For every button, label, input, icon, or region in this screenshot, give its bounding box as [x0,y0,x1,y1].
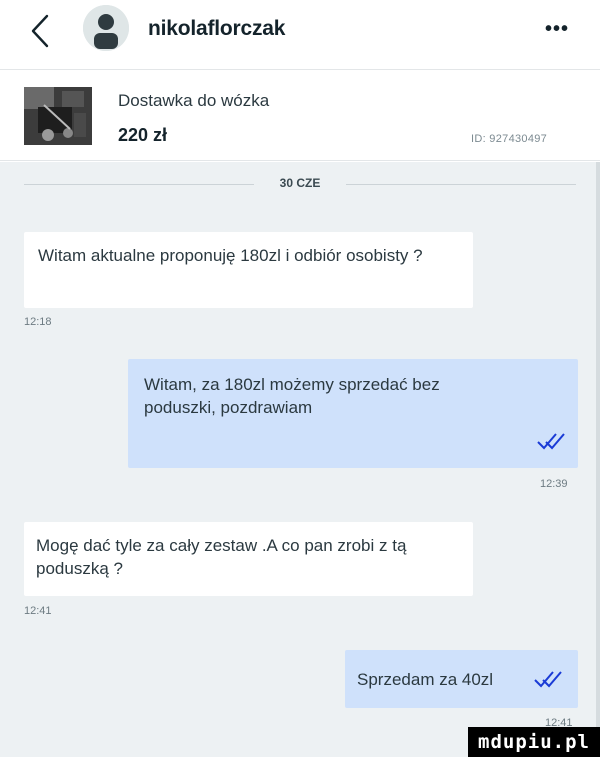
scrollbar[interactable] [596,162,600,757]
message-text: Sprzedam za 40zl [357,670,494,689]
message-text: Witam aktualne proponuję 180zl i odbiór … [38,246,423,265]
message-outgoing[interactable]: Sprzedam za 40zl [345,650,578,708]
back-button[interactable] [24,12,56,50]
chat-thread[interactable]: 30 CZE Witam aktualne proponuję 180zl i … [0,162,600,757]
message-time: 12:41 [24,605,52,617]
product-price: 220 zł [118,125,168,145]
product-thumbnail [24,87,92,145]
avatar[interactable] [83,5,129,51]
message-text: Mogę dać tyle za cały zestaw .A co pan z… [36,536,407,578]
double-check-icon [534,671,562,688]
message-incoming[interactable]: Witam aktualne proponuję 180zl i odbiór … [24,232,473,308]
message-outgoing[interactable]: Witam, za 180zl możemy sprzedać bez podu… [128,359,578,468]
message-incoming[interactable]: Mogę dać tyle za cały zestaw .A co pan z… [24,522,473,596]
message-time: 12:18 [24,316,52,328]
user-avatar-icon [83,5,129,51]
more-options-button[interactable]: ••• [537,14,577,44]
product-photo-icon [24,87,92,145]
watermark: mdupiu.pl [468,727,600,757]
date-label: 30 CZE [279,176,321,190]
product-title: Dostawka do wózka [118,91,270,110]
username[interactable]: nikolaflorczak [148,17,285,41]
message-text: Witam, za 180zl możemy sprzedać bez podu… [144,375,440,417]
product-card[interactable]: Dostawka do wózka 220 zł ID: 927430497 [0,71,600,161]
chat-header: nikolaflorczak ••• [0,0,600,70]
message-time: 12:39 [540,478,568,490]
chevron-left-icon [31,14,49,48]
date-separator: 30 CZE [24,174,576,194]
more-dots-icon: ••• [544,18,569,40]
product-id: ID: 927430497 [471,133,548,145]
divider [346,184,576,185]
double-check-icon [537,433,565,450]
